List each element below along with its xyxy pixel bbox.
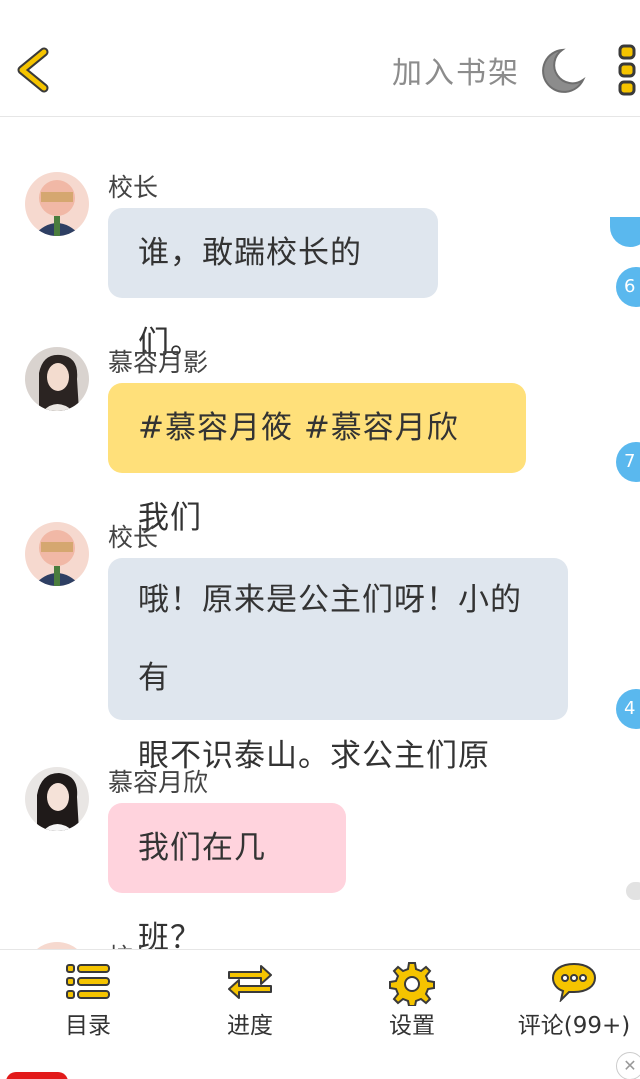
nav-item-comments[interactable]: 评论(99+) <box>494 950 640 1050</box>
bottom-nav: 目录 进度 设置 评论(99+) <box>0 949 640 1050</box>
nav-label: 目录 <box>65 1013 111 1039</box>
moon-icon <box>542 48 586 93</box>
chat-area[interactable]: 校长 谁，敢踹校长的们。 6 慕容月影 #慕容月筱 #慕容月欣 我们 7 校长 … <box>0 117 640 949</box>
more-vertical-icon <box>618 44 636 96</box>
avatar[interactable] <box>25 522 89 586</box>
swap-arrows-icon <box>228 965 272 999</box>
list-icon <box>66 964 110 999</box>
sender-name: 慕容月欣 <box>108 768 209 797</box>
ad-logo[interactable] <box>6 1072 68 1079</box>
avatar[interactable] <box>25 347 89 411</box>
message-line: 哦！原来是公主们呀！小的有 <box>138 582 522 696</box>
sender-name: 校长 <box>108 173 159 202</box>
avatar[interactable] <box>25 172 89 236</box>
sender-name: 校长 <box>108 938 158 949</box>
nav-item-progress[interactable]: 进度 <box>170 950 330 1050</box>
sender-name: 校长 <box>108 523 159 552</box>
sender-name: 慕容月影 <box>108 348 209 377</box>
more-menu-button[interactable] <box>616 44 640 98</box>
gear-icon <box>389 962 435 1006</box>
message-bubble: 谁，敢踹校长的们。 <box>108 208 438 361</box>
nav-label: 设置 <box>389 1013 435 1039</box>
message-bubble: 哦！原来是公主们呀！小的有 眼不识泰山。求公主们原谅！ <box>108 558 568 852</box>
comment-count-badge[interactable] <box>626 882 640 900</box>
avatar[interactable] <box>25 767 89 831</box>
close-icon: ✕ <box>623 1056 637 1075</box>
close-ad-button[interactable]: ✕ <box>616 1052 640 1079</box>
comment-count-badge[interactable] <box>610 217 640 247</box>
back-button[interactable] <box>14 46 54 94</box>
avatar[interactable] <box>25 942 89 949</box>
comment-count-badge[interactable]: 4 <box>616 689 640 729</box>
add-to-bookshelf-button[interactable]: 加入书架 <box>392 48 520 92</box>
message-bubble: 我们在几班？ <box>108 803 346 949</box>
nav-item-catalog[interactable]: 目录 <box>8 950 168 1050</box>
comment-count-badge[interactable]: 7 <box>616 442 640 482</box>
nav-label: 评论(99+) <box>517 1013 631 1039</box>
comment-bubble-icon <box>551 962 597 1002</box>
chevron-left-icon <box>17 47 49 93</box>
comment-count-badge[interactable]: 6 <box>616 267 640 307</box>
message-bubble: #慕容月筱 #慕容月欣 我们 <box>108 383 526 536</box>
ad-strip <box>0 1050 640 1079</box>
nav-label: 进度 <box>227 1013 273 1039</box>
night-mode-button[interactable] <box>540 46 586 94</box>
reader-page: 加入书架 校长 谁，敢踹校长的们。 6 慕容月影 #慕容月筱 #慕容月欣 我们 … <box>0 0 640 1079</box>
nav-item-settings[interactable]: 设置 <box>332 950 492 1050</box>
top-bar: 加入书架 <box>0 0 640 117</box>
